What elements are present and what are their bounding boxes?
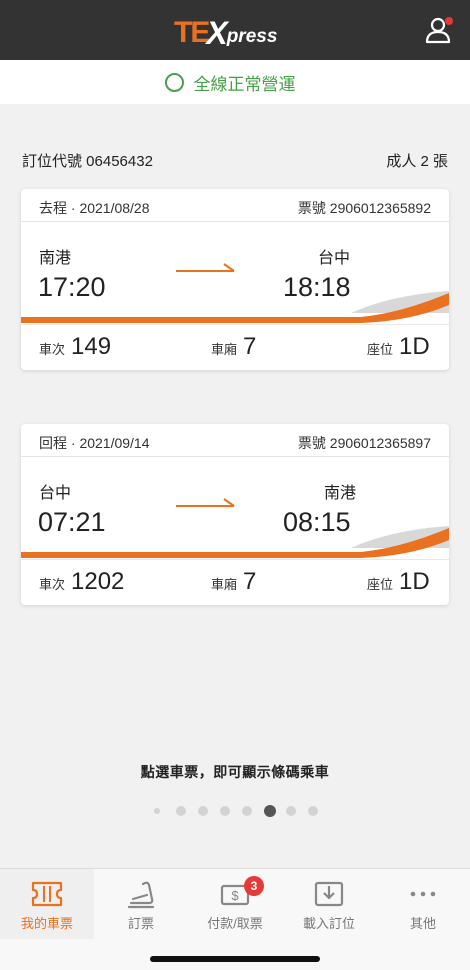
- train-swoosh-graphic: [21, 291, 449, 323]
- ticket-footer: 車次 1202 車廂 7 座位 1D: [21, 559, 449, 605]
- arrow-right-icon: [176, 263, 235, 272]
- page-dot[interactable]: [220, 806, 230, 816]
- page-dot[interactable]: [176, 806, 186, 816]
- tab-label: 其他: [409, 916, 436, 931]
- train-number: 車次 149: [39, 333, 111, 361]
- car-number: 車廂 7: [211, 333, 256, 361]
- destination-station: 台中: [318, 250, 351, 267]
- tab-label: 我的車票: [20, 916, 73, 931]
- tab-label: 載入訂位: [302, 916, 355, 931]
- trip-date: 去程 · 2021/08/28: [39, 200, 150, 216]
- ticket-header: 回程 · 2021/09/14 票號 2906012365897: [21, 424, 449, 457]
- booking-code: 訂位代號 06456432: [22, 153, 153, 170]
- notification-dot: [445, 17, 453, 25]
- seat-value: 1D: [399, 568, 430, 595]
- booking-info: 訂位代號 06456432 成人 2 張: [22, 150, 448, 172]
- seat-label: 座位: [367, 342, 394, 357]
- origin-station: 台中: [39, 485, 72, 502]
- svg-text:$: $: [231, 888, 239, 903]
- tab-other[interactable]: 其他: [376, 869, 470, 939]
- tab-load-booking[interactable]: 載入訂位: [282, 869, 376, 939]
- page-dot[interactable]: [154, 808, 160, 814]
- car-label: 車廂: [211, 342, 238, 357]
- user-icon: [425, 17, 453, 44]
- status-text: 全線正常營運: [193, 74, 296, 94]
- ticket-card-return[interactable]: 回程 · 2021/09/14 票號 2906012365897 台中 南港 0…: [21, 424, 449, 605]
- tab-label: 訂票: [127, 916, 154, 931]
- train-label: 車次: [39, 577, 66, 592]
- car-value: 7: [243, 333, 257, 360]
- seat-icon: [127, 881, 155, 909]
- page-dot-active[interactable]: [264, 805, 276, 817]
- trip-date: 回程 · 2021/09/14: [39, 435, 150, 451]
- more-icon: [410, 891, 436, 897]
- logo-te: TE: [174, 16, 210, 49]
- train-label: 車次: [39, 342, 66, 357]
- user-account-button[interactable]: [424, 15, 456, 45]
- notification-badge: 3: [244, 876, 264, 896]
- train-value: 149: [71, 333, 112, 360]
- tab-my-tickets[interactable]: 我的車票: [0, 869, 94, 939]
- seat-label: 座位: [367, 577, 394, 592]
- tab-payment-pickup[interactable]: $ 3 付款/取票: [188, 869, 282, 939]
- destination-station: 南港: [324, 485, 357, 502]
- ticket-footer: 車次 149 車廂 7 座位 1D: [21, 324, 449, 370]
- seat-value: 1D: [399, 333, 430, 360]
- page-dot[interactable]: [308, 806, 318, 816]
- hint-text: 點選車票，即可顯示條碼乘車: [140, 764, 330, 780]
- home-indicator: [150, 956, 320, 962]
- seat-number: 座位 1D: [367, 333, 430, 361]
- logo-x: X: [206, 15, 228, 51]
- arrow-right-icon: [176, 498, 235, 507]
- train-value: 1202: [71, 568, 125, 595]
- origin-station: 南港: [39, 250, 72, 267]
- passenger-count: 成人 2 張: [386, 153, 448, 170]
- ticket-icon: [31, 881, 63, 907]
- train-number: 車次 1202: [39, 568, 124, 596]
- car-label: 車廂: [211, 577, 238, 592]
- car-number: 車廂 7: [211, 568, 256, 596]
- page-dot[interactable]: [286, 806, 296, 816]
- tab-label: 付款/取票: [207, 916, 263, 931]
- download-icon: [314, 881, 344, 907]
- car-value: 7: [243, 568, 257, 595]
- logo-press: press: [226, 26, 278, 47]
- train-swoosh-graphic: [21, 526, 449, 558]
- ticket-number: 票號 2906012365892: [297, 200, 431, 216]
- ticket-card-outbound[interactable]: 去程 · 2021/08/28 票號 2906012365892 南港 台中 1…: [21, 189, 449, 370]
- status-ok-icon: [164, 72, 184, 92]
- app-logo: TE X press: [174, 12, 277, 50]
- service-status-bar: 全線正常營運: [0, 60, 470, 104]
- page-dot[interactable]: [242, 806, 252, 816]
- ticket-header: 去程 · 2021/08/28 票號 2906012365892: [21, 189, 449, 222]
- page-dot[interactable]: [198, 806, 208, 816]
- seat-number: 座位 1D: [367, 568, 430, 596]
- tab-book-ticket[interactable]: 訂票: [94, 869, 188, 939]
- page-indicator[interactable]: [150, 804, 330, 818]
- top-bar: TE X press: [0, 0, 470, 60]
- bottom-tab-bar: 我的車票 訂票 $ 3 付款/取票 載入訂位 其他: [0, 868, 470, 970]
- ticket-number: 票號 2906012365897: [297, 435, 431, 451]
